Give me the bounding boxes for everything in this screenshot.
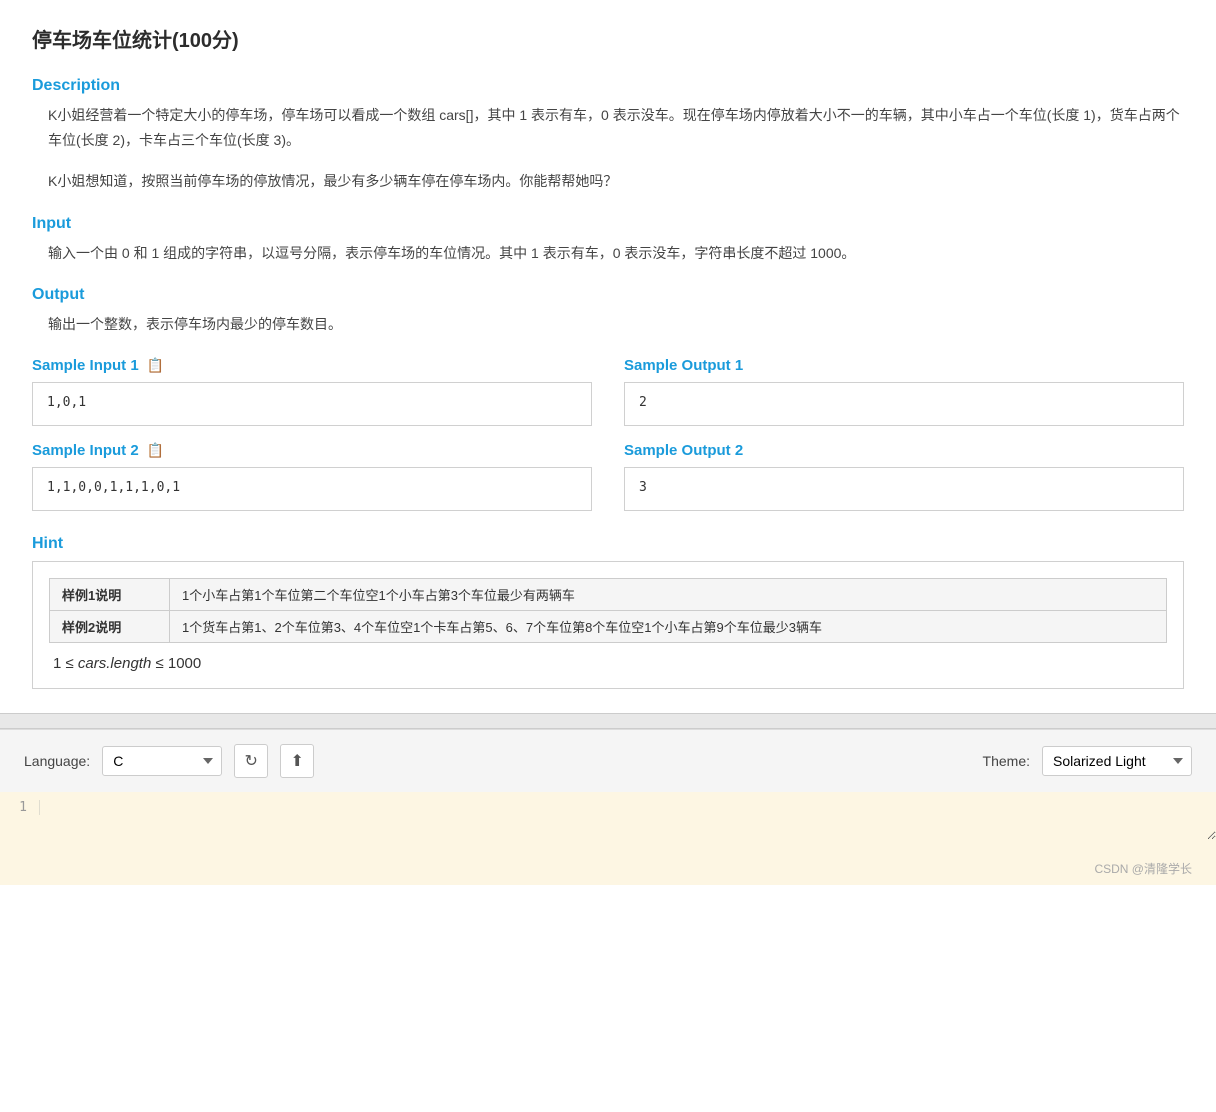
sample1-output-box: 2 [624, 382, 1184, 426]
hint-row-name: 样例1说明 [50, 578, 170, 610]
input-section: Input 输入一个由 0 和 1 组成的字符串，以逗号分隔，表示停车场的车位情… [32, 215, 1184, 266]
sample1-output-block: Sample Output 1 2 [624, 357, 1184, 426]
hint-table-row: 样例2说明1个货车占第1、2个车位第3、4个车位空1个卡车占第5、6、7个车位第… [50, 610, 1167, 642]
upload-button[interactable]: ⬆ [280, 744, 314, 778]
sample1-input-label: Sample Input 1 📋 [32, 357, 592, 374]
hint-row-content: 1个货车占第1、2个车位第3、4个车位空1个卡车占第5、6、7个车位第8个车位空… [170, 610, 1167, 642]
hint-row-content: 1个小车占第1个车位第二个车位空1个小车占第3个车位最少有两辆车 [170, 578, 1167, 610]
input-text: 输入一个由 0 和 1 组成的字符串，以逗号分隔，表示停车场的车位情况。其中 1… [32, 241, 1184, 266]
sample1-copy-icon[interactable]: 📋 [147, 357, 164, 374]
hint-section: Hint 样例1说明1个小车占第1个车位第二个车位空1个小车占第3个车位最少有两… [32, 535, 1184, 689]
sample2-input-block: Sample Input 2 📋 1,1,0,0,1,1,1,0,1 [32, 442, 592, 511]
sample2-copy-icon[interactable]: 📋 [147, 442, 164, 459]
hint-row-name: 样例2说明 [50, 610, 170, 642]
page-title: 停车场车位统计(100分) [32, 24, 1184, 53]
output-label: Output [32, 286, 1184, 304]
language-label: Language: [24, 753, 90, 769]
sample1-input-box: 1,0,1 [32, 382, 592, 426]
sample1-input-block: Sample Input 1 📋 1,0,1 [32, 357, 592, 426]
sample2-output-label: Sample Output 2 [624, 442, 1184, 459]
description-para1: K小姐经营着一个特定大小的停车场，停车场可以看成一个数组 cars[]，其中 1… [32, 103, 1184, 153]
sample2-input-box: 1,1,0,0,1,1,1,0,1 [32, 467, 592, 511]
hint-box: 样例1说明1个小车占第1个车位第二个车位空1个小车占第3个车位最少有两辆车样例2… [32, 561, 1184, 689]
input-label: Input [32, 215, 1184, 233]
code-area: 1 [0, 792, 1216, 852]
language-select[interactable]: C C++ Java Python JavaScript [102, 746, 222, 776]
theme-label: Theme: [983, 753, 1030, 769]
hint-label: Hint [32, 535, 1184, 553]
credit-bar: CSDN @清隆学长 [0, 852, 1216, 885]
sample2-input-label: Sample Input 2 📋 [32, 442, 592, 459]
hint-table-row: 样例1说明1个小车占第1个车位第二个车位空1个小车占第3个车位最少有两辆车 [50, 578, 1167, 610]
line-number-1: 1 [0, 800, 40, 815]
description-label: Description [32, 77, 1184, 95]
sample2-output-box: 3 [624, 467, 1184, 511]
hint-table: 样例1说明1个小车占第1个车位第二个车位空1个小车占第3个车位最少有两辆车样例2… [49, 578, 1167, 643]
sample2-output-block: Sample Output 2 3 [624, 442, 1184, 511]
description-para2: K小姐想知道，按照当前停车场的停放情况，最少有多少辆车停在停车场内。你能帮帮她吗… [32, 169, 1184, 194]
code-input[interactable] [40, 800, 1216, 840]
credit-text: CSDN @清隆学长 [1094, 862, 1192, 876]
output-section: Output 输出一个整数，表示停车场内最少的停车数目。 [32, 286, 1184, 337]
output-text: 输出一个整数，表示停车场内最少的停车数目。 [32, 312, 1184, 337]
separator [0, 713, 1216, 729]
sample1-grid: Sample Input 1 📋 1,0,1 Sample Output 1 2… [32, 357, 1184, 511]
reset-button[interactable]: ↻ [234, 744, 268, 778]
description-section: Description K小姐经营着一个特定大小的停车场，停车场可以看成一个数组… [32, 77, 1184, 195]
hint-constraint: 1 ≤ cars.length ≤ 1000 [49, 655, 1167, 672]
sample1-output-label: Sample Output 1 [624, 357, 1184, 374]
theme-select[interactable]: Solarized Light Solarized Dark Default M… [1042, 746, 1192, 776]
bottom-toolbar: Language: C C++ Java Python JavaScript ↻… [0, 729, 1216, 792]
